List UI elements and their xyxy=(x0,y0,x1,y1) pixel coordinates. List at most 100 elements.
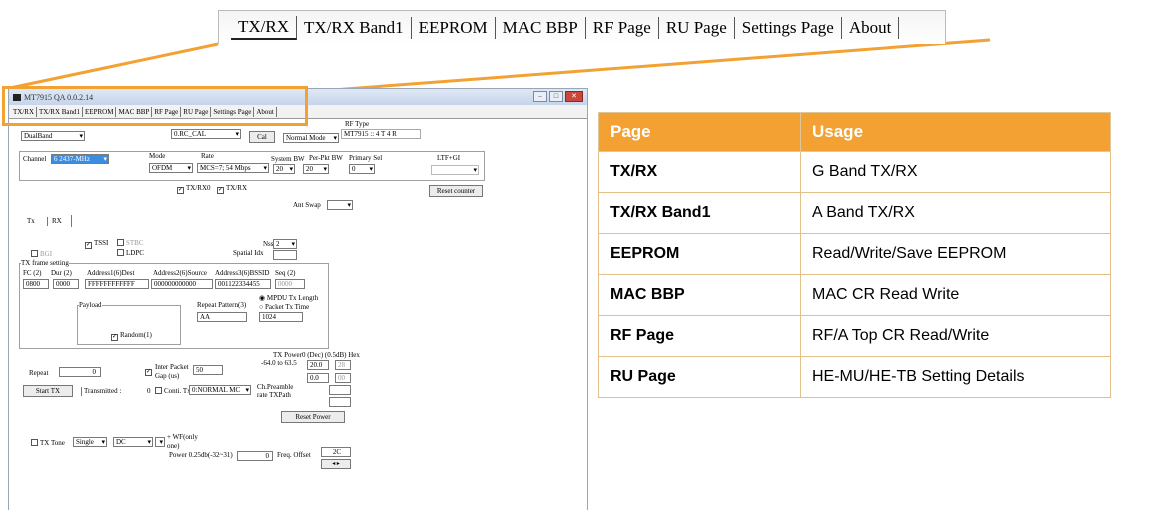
txrx-checkbox[interactable]: ✓ TX/RX xyxy=(217,184,247,194)
inter-packet-field[interactable]: 50 xyxy=(193,365,223,375)
tx-power-field-0[interactable]: 20.0 xyxy=(307,360,329,370)
zoom-tab-about[interactable]: About xyxy=(842,16,900,39)
repeat-pattern-label: Repeat Pattern(3) xyxy=(197,301,247,309)
zoom-tab-ru-page[interactable]: RU Page xyxy=(659,16,735,39)
per-pkt-bw-label: Per-Pkt BW xyxy=(309,154,343,162)
band-select[interactable]: DualBand xyxy=(21,131,85,141)
channel-select[interactable]: 6 2437-MHz xyxy=(51,154,109,164)
conti-checkbox[interactable]: Conti. Tx xyxy=(155,387,191,396)
maximize-button[interactable]: □ xyxy=(549,91,563,102)
subtab-rx[interactable]: RX xyxy=(47,217,62,226)
phy-mode-select[interactable]: OFDM xyxy=(149,163,193,173)
addr2-label: Address2(6)Source xyxy=(153,269,208,277)
freq-offset-spinner[interactable]: ◂ ▸ xyxy=(321,459,351,469)
tx-power-spin-2[interactable] xyxy=(329,385,351,395)
row-usage: Read/Write/Save EEPROM xyxy=(800,233,1111,275)
start-tx-button[interactable]: Start TX xyxy=(23,385,73,397)
subtab-divider xyxy=(71,215,72,227)
zoom-tab-txrx-band1[interactable]: TX/RX Band1 xyxy=(297,16,412,39)
length-field[interactable]: 1024 xyxy=(259,312,303,322)
fc-field[interactable]: 0800 xyxy=(23,279,49,289)
subtab-tx[interactable]: Tx xyxy=(27,217,35,226)
inter-packet-checkbox[interactable]: ✓ xyxy=(145,366,154,376)
seq-field[interactable]: 0000 xyxy=(275,279,305,289)
row-usage: G Band TX/RX xyxy=(800,151,1111,193)
minimize-button[interactable]: – xyxy=(533,91,547,102)
header-usage: Usage xyxy=(800,112,1111,152)
repeat-pattern-field[interactable]: AA xyxy=(197,312,247,322)
tx-power-hex-0[interactable]: 28 xyxy=(335,360,351,370)
zoom-tab-settings-page[interactable]: Settings Page xyxy=(735,16,842,39)
tx-power-spin-3[interactable] xyxy=(329,397,351,407)
app-body: DualBand 0.RC_CAL Cal Normal Mode RF Typ… xyxy=(9,119,587,511)
power-025-field[interactable]: 0 xyxy=(237,451,273,461)
spatial-idx-field[interactable] xyxy=(273,250,297,260)
wf-label: + WF(only one) xyxy=(167,433,198,450)
mpdu-radio[interactable]: ◉ MPDU Tx Length xyxy=(259,294,318,303)
rate-select[interactable]: MCS=7; 54 Mbps xyxy=(197,163,269,173)
payload-label: Payload xyxy=(79,301,102,310)
fc-label: FC (2) xyxy=(23,269,42,277)
inter-packet-label: Inter Packet Gap (us) xyxy=(155,363,189,380)
primary-sel-select[interactable]: 0 xyxy=(349,164,375,174)
app-window: MT7915 QA 0.0.2.14 – □ ✕ TX/RX TX/RX Ban… xyxy=(8,88,588,511)
tone-mode-select[interactable]: Single xyxy=(73,437,107,447)
table-row: RF Page RF/A Top CR Read/Write xyxy=(598,315,1111,357)
repeat-label: Repeat xyxy=(29,369,49,377)
txrx0-checkbox[interactable]: ✓ TX/RX0 xyxy=(177,184,211,194)
system-bw-label: System BW xyxy=(271,155,305,163)
rf-type-label: RF Type xyxy=(345,120,370,128)
table-row: RU Page HE-MU/HE-TB Setting Details xyxy=(598,356,1111,398)
zoom-tab-txrx[interactable]: TX/RX xyxy=(231,15,297,40)
stbc-checkbox[interactable]: STBC xyxy=(117,239,144,248)
callout-line-left xyxy=(9,42,219,90)
transmitted-label: Transmitted : xyxy=(81,387,121,396)
addr1-field[interactable]: FFFFFFFFFFFF xyxy=(85,279,149,289)
wf-select[interactable] xyxy=(155,437,165,447)
row-page: RF Page xyxy=(598,315,801,357)
ltf-gi-select[interactable] xyxy=(431,165,479,175)
ant-swap-select[interactable] xyxy=(327,200,353,210)
close-button[interactable]: ✕ xyxy=(565,91,583,102)
ldpc-checkbox[interactable]: LDPC xyxy=(117,249,144,258)
tone-type-select[interactable]: DC xyxy=(113,437,153,447)
system-bw-select[interactable]: 20 xyxy=(273,164,295,174)
callout-line-right xyxy=(305,38,991,94)
rate-txpath-label: rate TXPath xyxy=(257,391,291,399)
random-checkbox[interactable]: ✓ Random(1) xyxy=(111,331,152,341)
packet-time-radio[interactable]: ○ Packet Tx Time xyxy=(259,303,309,312)
table-row: TX/RX Band1 A Band TX/RX xyxy=(598,192,1111,234)
bgi-checkbox[interactable]: BGI xyxy=(31,250,52,259)
rate-label: Rate xyxy=(201,152,214,160)
mode-label: Mode xyxy=(149,152,166,160)
dur-label: Dur (2) xyxy=(51,269,72,277)
reset-counter-button[interactable]: Reset counter xyxy=(429,185,483,197)
tssi-checkbox[interactable]: ✓ TSSI xyxy=(85,239,108,249)
repeat-field[interactable]: 0 xyxy=(59,367,101,377)
cal-select[interactable]: 0.RC_CAL xyxy=(171,129,241,139)
ltf-gi-label: LTF+GI xyxy=(437,154,461,162)
freq-offset-field[interactable]: 2C xyxy=(321,447,351,457)
transmitted-value: 0 xyxy=(147,387,151,395)
cal-button[interactable]: Cal xyxy=(249,131,275,143)
power-025-label: Power 0.25db(-32~31) xyxy=(169,451,233,459)
nss-select[interactable]: 2 xyxy=(273,239,297,249)
zoom-tab-rf-page[interactable]: RF Page xyxy=(586,16,659,39)
reset-power-button[interactable]: Reset Power xyxy=(281,411,345,423)
zoom-tab-mac-bbp[interactable]: MAC BBP xyxy=(496,16,586,39)
addr2-field[interactable]: 000000000000 xyxy=(151,279,213,289)
mode-select[interactable]: Normal Mode xyxy=(283,133,339,143)
tx-power-hex-1[interactable]: 00 xyxy=(335,373,351,383)
table-row: MAC BBP MAC CR Read Write xyxy=(598,274,1111,316)
row-page: RU Page xyxy=(598,356,801,398)
tx-power-field-1[interactable]: 0.0 xyxy=(307,373,329,383)
zoom-tab-eeprom[interactable]: EEPROM xyxy=(412,16,496,39)
tx-tone-checkbox[interactable]: TX Tone xyxy=(31,439,65,448)
seq-label: Seq (2) xyxy=(275,269,296,277)
per-pkt-bw-select[interactable]: 20 xyxy=(303,164,329,174)
conti-select[interactable]: 0:NORMAL MC xyxy=(189,385,251,395)
dur-field[interactable]: 0000 xyxy=(53,279,79,289)
addr3-field[interactable]: 001122334455 xyxy=(215,279,271,289)
addr1-label: Address1(6)Dest xyxy=(87,269,135,277)
row-page: EEPROM xyxy=(598,233,801,275)
